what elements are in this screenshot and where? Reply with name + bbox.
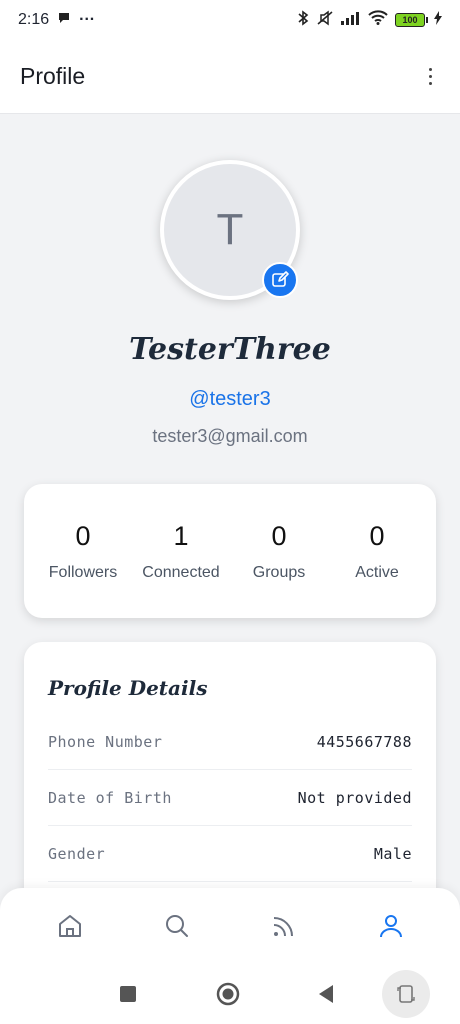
stat-label: Connected <box>142 563 220 581</box>
circle-home-icon <box>216 982 240 1006</box>
wifi-icon <box>368 10 388 30</box>
app-bar: Profile <box>0 40 460 114</box>
recents-button[interactable] <box>116 982 140 1006</box>
stat-label: Active <box>355 563 399 581</box>
home-system-button[interactable] <box>214 980 242 1008</box>
stat-groups[interactable]: 0 Groups <box>233 521 325 582</box>
edit-icon <box>272 271 289 287</box>
stat-active[interactable]: 0 Active <box>331 521 423 582</box>
nav-search[interactable] <box>147 896 207 956</box>
edit-avatar-button[interactable] <box>262 262 298 298</box>
detail-row-dob: Date of Birth Not provided <box>48 770 412 826</box>
display-name: TesterThree <box>129 332 331 367</box>
rotate-icon <box>397 985 415 1003</box>
profile-content[interactable]: T TesterThree @tester3 tester3@gmail.com… <box>0 114 460 888</box>
detail-label: Gender <box>48 844 106 863</box>
detail-value: 4455667788 <box>316 732 412 751</box>
detail-row-gender: Gender Male <box>48 826 412 882</box>
status-time: 2:16 <box>18 11 50 28</box>
stat-connected[interactable]: 1 Connected <box>135 521 227 582</box>
avatar-initial: T <box>216 205 244 254</box>
stat-value: 0 <box>75 520 91 551</box>
more-notifications-indicator: ··· <box>79 11 96 28</box>
email-address: tester3@gmail.com <box>152 426 308 446</box>
details-title: Profile Details <box>48 676 208 700</box>
stat-label: Groups <box>252 563 306 581</box>
home-icon <box>58 915 81 937</box>
username-handle[interactable]: @tester3 <box>0 388 460 411</box>
detail-row-phone: Phone Number 4455667788 <box>48 714 412 770</box>
back-triangle-icon <box>319 985 333 1003</box>
nav-home[interactable] <box>40 896 100 956</box>
stat-value: 0 <box>271 520 287 551</box>
charging-icon <box>434 10 442 30</box>
bottom-nav <box>0 888 460 964</box>
profile-icon <box>379 915 402 938</box>
mute-icon <box>316 10 334 31</box>
rotate-screen-button[interactable] <box>382 970 430 1018</box>
battery-level: 100 <box>402 15 418 25</box>
nav-feed[interactable] <box>254 896 314 956</box>
more-options-icon[interactable] <box>420 62 440 92</box>
search-icon <box>165 915 188 937</box>
detail-value: Not provided <box>297 788 412 807</box>
profile-details-card: Profile Details Phone Number 4455667788 … <box>24 642 436 888</box>
detail-value: Male <box>373 844 412 863</box>
avatar-container: T <box>160 160 300 300</box>
status-bar: 2:16 ··· 100 <box>0 0 460 40</box>
feed-icon <box>273 917 293 937</box>
system-nav-bar <box>0 964 460 1024</box>
detail-label: Date of Birth <box>48 788 172 807</box>
square-icon <box>120 986 136 1002</box>
page-title: Profile <box>20 63 86 89</box>
nav-profile[interactable] <box>361 896 421 956</box>
chat-notification-icon <box>57 11 71 30</box>
stat-label: Followers <box>48 563 118 581</box>
back-button[interactable] <box>314 982 338 1006</box>
detail-label: Phone Number <box>48 732 163 751</box>
stat-value: 0 <box>369 520 385 551</box>
stats-card: 0 Followers 1 Connected 0 Groups 0 Activ… <box>24 484 436 618</box>
signal-icon <box>341 11 361 30</box>
battery-icon: 100 <box>395 13 428 27</box>
bluetooth-icon <box>297 9 309 31</box>
stat-value: 1 <box>173 520 189 551</box>
stat-followers[interactable]: 0 Followers <box>37 521 129 582</box>
